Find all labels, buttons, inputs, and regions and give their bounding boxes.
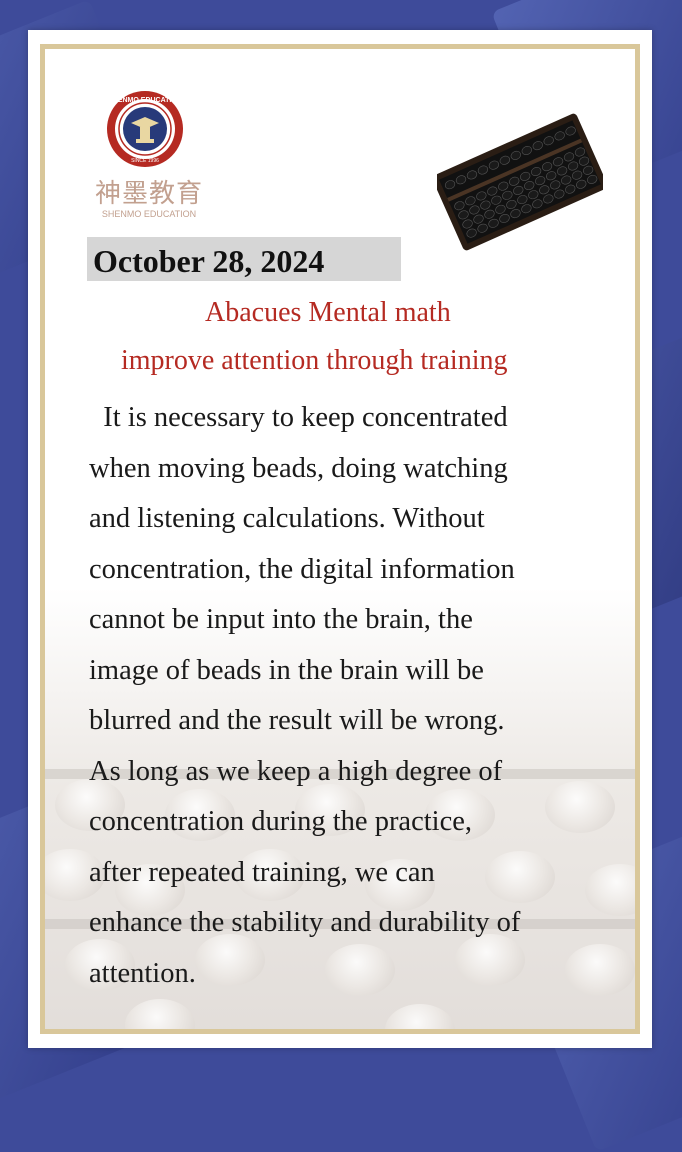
body-line: when moving beads, doing watching [89,452,508,484]
body-line: concentration during the practice, [89,806,472,837]
body-line: image of beads in the brain will be [89,654,484,686]
poster-card: SHENMO EDUCATION SINCE 1996 神墨教育 SHENMO … [28,30,652,1048]
body-line: attention. [89,957,196,989]
body-line: concentration, the digital information [89,553,515,585]
body-line: blurred and the result will be wrong. [89,705,505,736]
article-body: It is necessary to keep concentrated whe… [89,393,629,999]
logo-chinese-name: 神墨教育 [94,179,203,209]
body-line: cannot be input into the brain, the [89,604,473,635]
body-line: enhance the stability and durability of [89,907,521,938]
post-date: October 28, 2024 [93,243,325,279]
title-line-2: improve attention through training [121,345,508,376]
title-line-1: Abacues Mental math [205,297,451,328]
body-line: As long as we keep a high degree of [89,755,503,787]
seal-text: SHENMO EDUCATION [108,97,182,104]
shenmo-logo: SHENMO EDUCATION SINCE 1996 神墨教育 SHENMO … [89,89,209,249]
body-line: It is necessary to keep concentrated [89,402,508,433]
date-highlight: October 28, 2024 [87,237,401,281]
body-line: and listening calculations. Without [89,503,485,534]
abacus-image [437,113,603,251]
gold-frame: SHENMO EDUCATION SINCE 1996 神墨教育 SHENMO … [40,44,640,1034]
logo-english-name: SHENMO EDUCATION [101,209,197,219]
seal-year: SINCE 1996 [131,158,159,164]
body-line: after repeated training, we can [89,856,435,888]
seal-icon: SHENMO EDUCATION SINCE 1996 [107,91,183,167]
